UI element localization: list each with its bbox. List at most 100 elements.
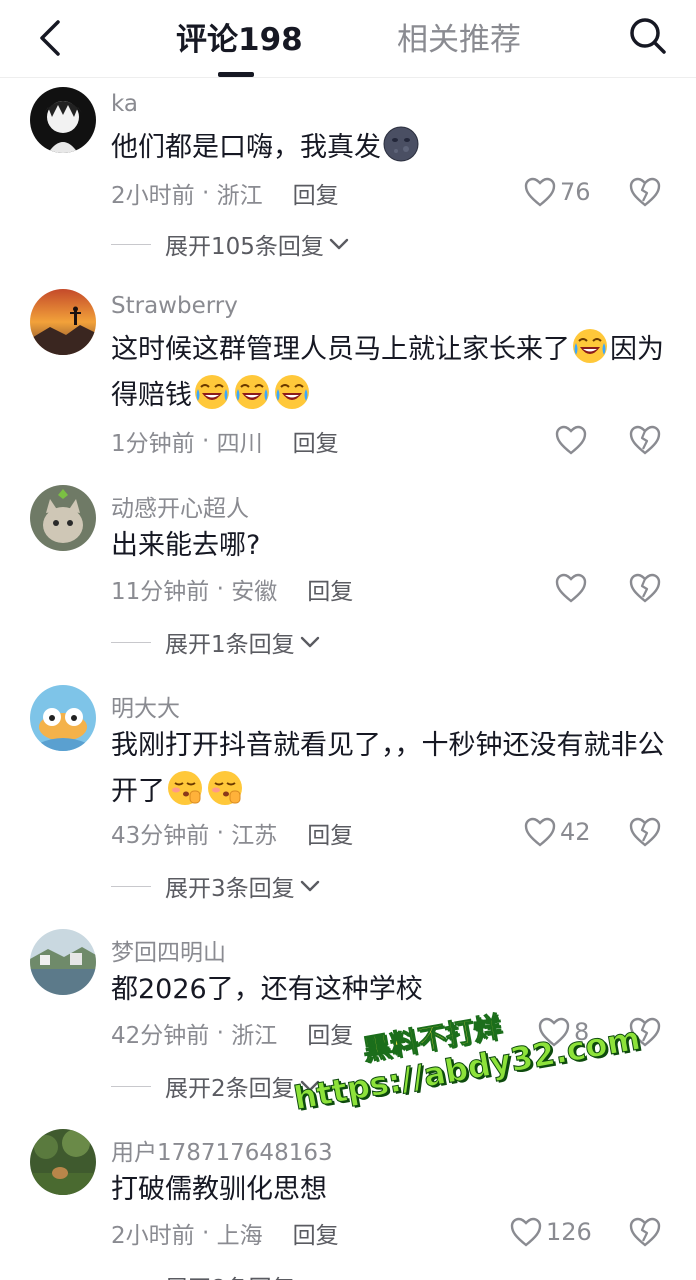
comment-location: 安徽 <box>231 579 278 605</box>
heart-icon <box>510 1217 542 1247</box>
meta-separator: · <box>194 180 217 206</box>
expand-divider <box>111 1085 151 1087</box>
dislike-button[interactable] <box>628 175 662 209</box>
comment-time: 2小时前 <box>111 1223 195 1249</box>
avatar[interactable] <box>30 485 96 551</box>
comment-location: 四川 <box>216 431 263 457</box>
reply-button[interactable]: 回复 <box>307 1016 353 1050</box>
like-count: 8 <box>574 1018 590 1046</box>
comment-time: 1分钟前 <box>111 431 195 457</box>
reply-button[interactable]: 回复 <box>307 572 353 606</box>
broken-heart-icon <box>629 817 661 847</box>
meta-separator: · <box>194 428 217 454</box>
dislike-button[interactable] <box>628 815 662 849</box>
meta-separator: · <box>209 1020 232 1046</box>
comment-location: 上海 <box>216 1223 263 1249</box>
comment-time: 2小时前 <box>111 183 195 209</box>
comment-list[interactable]: ka 他们都是口嗨，我真发 2小时前 · 浙江 回复 76 展开105条回复 S… <box>0 79 696 1280</box>
meta-separator: · <box>209 820 232 846</box>
broken-heart-icon <box>629 573 661 603</box>
reply-button[interactable]: 回复 <box>293 176 339 210</box>
comment-meta: 1分钟前 · 四川 回复 <box>111 425 339 457</box>
like-button[interactable]: 42 <box>524 815 591 849</box>
dislike-button[interactable] <box>628 1215 662 1249</box>
comment-username[interactable]: Strawberry <box>111 293 238 319</box>
search-icon <box>630 18 666 54</box>
tab-related[interactable]: 相关推荐 <box>397 18 521 62</box>
comment-text-body: 打破儒教驯化思想 <box>111 1174 327 1205</box>
avatar[interactable] <box>30 929 96 995</box>
comment-meta: 2小时前 · 浙江 回复 <box>111 177 339 209</box>
back-button[interactable] <box>30 16 70 60</box>
comment-location: 浙江 <box>231 1023 278 1049</box>
expand-replies[interactable]: 展开3条回复 <box>111 871 321 902</box>
dislike-button[interactable] <box>628 1015 662 1049</box>
expand-replies[interactable]: 展开1条回复 <box>111 627 321 658</box>
avatar[interactable] <box>30 1129 96 1195</box>
heart-icon <box>524 177 556 207</box>
chevron-down-icon <box>300 1080 319 1092</box>
like-button[interactable]: 8 <box>538 1015 589 1049</box>
chevron-left-icon <box>40 20 60 56</box>
like-count: 76 <box>560 178 591 206</box>
heart-icon <box>555 425 587 455</box>
expand-label: 展开105条回复 <box>165 234 324 260</box>
expand-label: 展开8条回复 <box>165 1269 295 1280</box>
expand-replies[interactable]: 展开2条回复 <box>111 1071 321 1102</box>
reply-button[interactable]: 回复 <box>293 1216 339 1250</box>
reply-button[interactable]: 回复 <box>293 424 339 458</box>
broken-heart-icon <box>629 1217 661 1247</box>
comment-username[interactable]: 用户178717648163 <box>111 1133 333 1167</box>
comment-username[interactable]: 明大大 <box>111 689 180 723</box>
comment-username[interactable]: 动感开心超人 <box>111 489 249 523</box>
comment-text: 出来能去哪? <box>111 523 676 569</box>
like-button[interactable] <box>555 423 591 457</box>
expand-label: 展开2条回复 <box>165 1076 295 1102</box>
avatar[interactable] <box>30 87 96 153</box>
avatar[interactable] <box>30 289 96 355</box>
expand-replies[interactable]: 展开8条回复 <box>111 1271 321 1280</box>
comment-time: 42分钟前 <box>111 1023 210 1049</box>
heart-icon <box>555 573 587 603</box>
shushing-face-emoji <box>208 771 242 805</box>
comment-username[interactable]: ka <box>111 91 138 117</box>
broken-heart-icon <box>629 1017 661 1047</box>
heart-icon <box>524 817 556 847</box>
top-bar: 评论198 相关推荐 <box>0 0 696 78</box>
dislike-button[interactable] <box>628 571 662 605</box>
chevron-down-icon <box>329 238 349 250</box>
tab-comments[interactable]: 评论198 <box>176 18 303 62</box>
meta-separator: · <box>194 1220 217 1246</box>
comment-text-body: 都2026了，还有这种学校 <box>111 974 423 1005</box>
heart-icon <box>538 1017 570 1047</box>
expand-divider <box>111 641 151 643</box>
avatar[interactable] <box>30 685 96 751</box>
comment-text: 我刚打开抖音就看见了，，十秒钟还没有就非公开了 <box>111 723 676 815</box>
like-button[interactable]: 126 <box>510 1215 592 1249</box>
like-button[interactable]: 76 <box>524 175 591 209</box>
broken-heart-icon <box>629 177 661 207</box>
reply-button[interactable]: 回复 <box>307 816 353 850</box>
new-moon-face-emoji <box>383 126 419 162</box>
chevron-down-icon <box>300 880 319 892</box>
comment-time: 11分钟前 <box>111 579 210 605</box>
comment-text: 打破儒教驯化思想 <box>111 1167 676 1213</box>
comment-text-body: 这时候这群管理人员马上就让家长来了 <box>111 334 570 365</box>
comment-text: 都2026了，还有这种学校 <box>111 967 676 1013</box>
comment-time: 43分钟前 <box>111 823 210 849</box>
comment-meta: 42分钟前 · 浙江 回复 <box>111 1017 353 1049</box>
comment-location: 江苏 <box>231 823 278 849</box>
expand-label: 展开3条回复 <box>165 876 295 902</box>
expand-divider <box>111 243 151 245</box>
dislike-button[interactable] <box>628 423 662 457</box>
comment-username[interactable]: 梦回四明山 <box>111 933 226 967</box>
expand-divider <box>111 885 151 887</box>
chevron-down-icon <box>300 636 319 648</box>
broken-heart-icon <box>629 425 661 455</box>
search-button[interactable] <box>626 14 670 58</box>
meta-separator: · <box>209 576 232 602</box>
comment-meta: 2小时前 · 上海 回复 <box>111 1217 339 1249</box>
expand-replies[interactable]: 展开105条回复 <box>111 229 350 260</box>
comment-text: 他们都是口嗨，我真发 <box>111 125 676 171</box>
like-button[interactable] <box>555 571 591 605</box>
